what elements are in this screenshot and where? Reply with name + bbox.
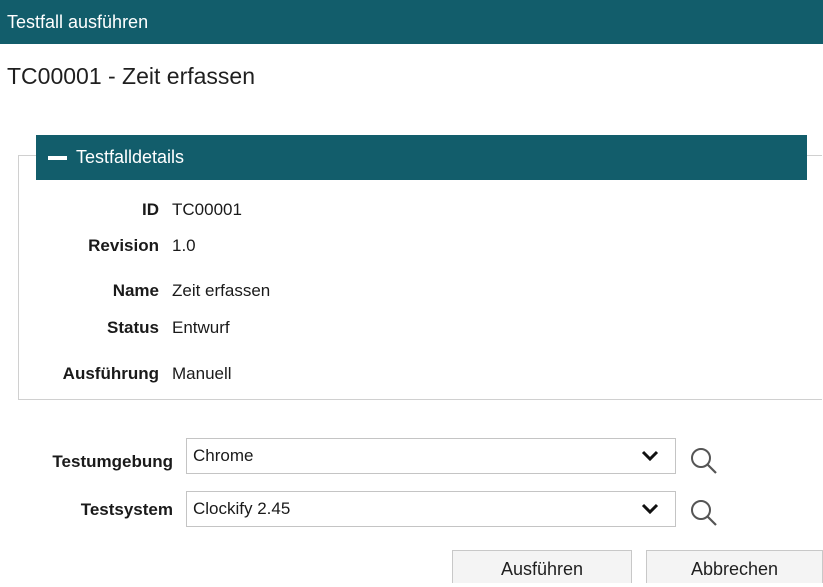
execute-button[interactable]: Ausführen (452, 550, 632, 583)
detail-label: Revision (88, 236, 159, 255)
environment-search-icon[interactable] (688, 446, 720, 478)
detail-value: Entwurf (172, 318, 230, 337)
details-section-header[interactable]: Testfalldetails (36, 135, 807, 180)
system-label: Testsystem (80, 500, 173, 519)
chevron-down-icon (641, 450, 659, 462)
search-icon (691, 448, 717, 474)
detail-label: Ausführung (62, 364, 159, 383)
chevron-down-icon (641, 503, 659, 515)
window-title: Testfall ausführen (0, 0, 823, 44)
detail-label: ID (142, 200, 159, 219)
detail-label: Name (112, 281, 159, 300)
cancel-button[interactable]: Abbrechen (646, 550, 823, 583)
system-select[interactable]: Clockify 2.45 (186, 491, 676, 527)
search-icon (691, 500, 717, 526)
detail-value: Zeit erfassen (172, 281, 271, 300)
minus-icon[interactable] (48, 155, 67, 160)
environment-label: Testumgebung (52, 452, 173, 471)
environment-select-value: Chrome (193, 446, 254, 465)
details-section-title: Testfalldetails (76, 147, 185, 167)
detail-label: Status (107, 318, 159, 337)
detail-value: Manuell (172, 364, 232, 383)
page-title: TC00001 - Zeit erfassen (7, 63, 256, 89)
environment-select[interactable]: Chrome (186, 438, 676, 474)
system-select-value: Clockify 2.45 (193, 499, 291, 518)
detail-value: 1.0 (172, 236, 196, 255)
detail-value: TC00001 (172, 200, 242, 219)
system-search-icon[interactable] (688, 498, 720, 530)
